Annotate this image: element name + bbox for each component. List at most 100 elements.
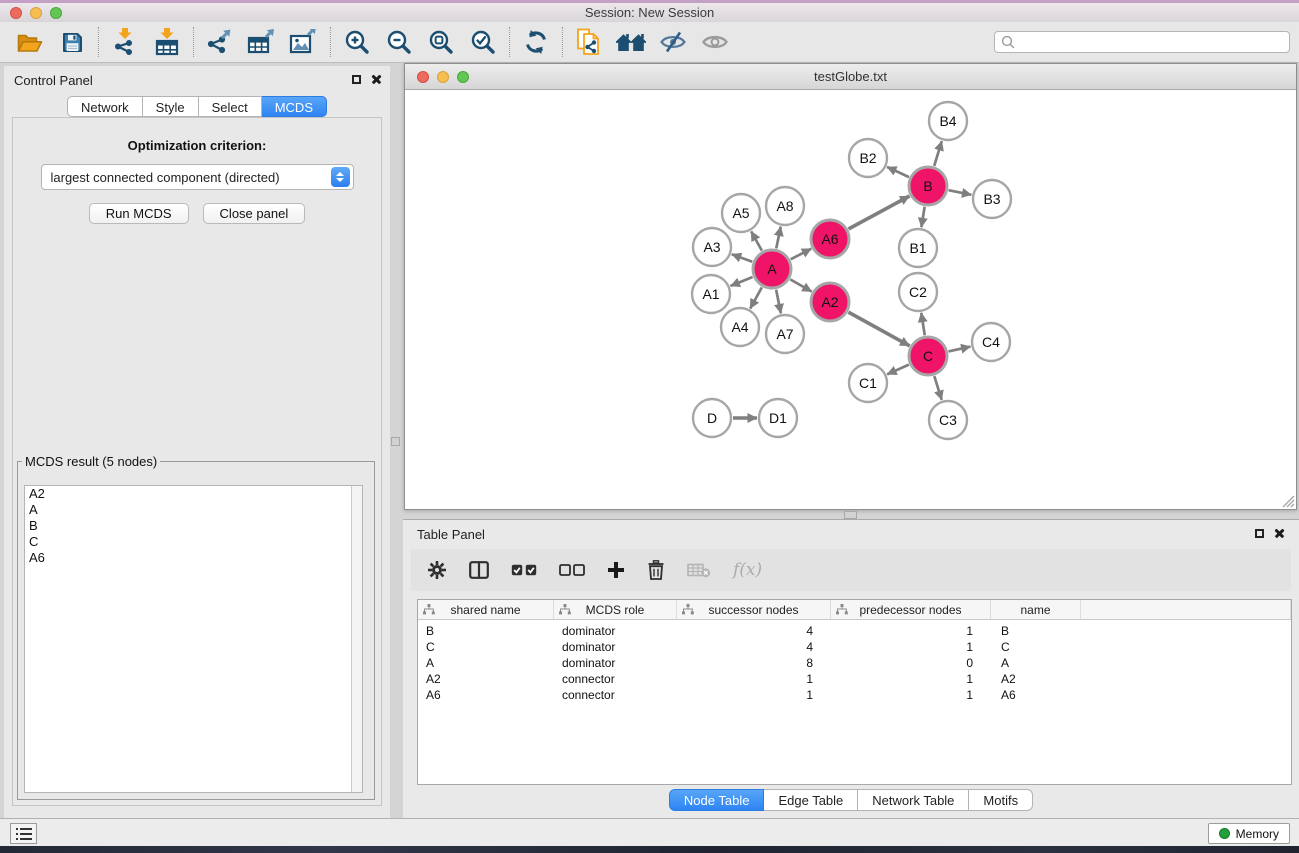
zoom-out-button[interactable] — [378, 24, 420, 60]
column-header[interactable]: shared name — [418, 600, 554, 619]
first-neighbors-button[interactable] — [610, 24, 652, 60]
graph-edge-A-A8[interactable] — [776, 227, 781, 249]
mcds-result-item[interactable]: A2 — [25, 486, 362, 502]
search-input[interactable] — [1019, 34, 1289, 51]
table-cell[interactable]: 1 — [831, 640, 991, 654]
table-cell[interactable]: dominator — [554, 624, 677, 638]
graph-edge-C-C3[interactable] — [934, 376, 941, 400]
table-cell[interactable]: A2 — [418, 672, 554, 686]
table-cell[interactable]: 1 — [831, 624, 991, 638]
deselect-all-button[interactable] — [559, 564, 585, 576]
table-cell[interactable]: connector — [554, 688, 677, 702]
mcds-result-item[interactable]: A6 — [25, 550, 362, 566]
open-session-button[interactable] — [9, 24, 51, 60]
table-cell[interactable]: 4 — [677, 624, 831, 638]
table-cell[interactable]: 1 — [831, 672, 991, 686]
optimization-criterion-select[interactable]: largest connected component (directed) — [41, 164, 354, 190]
close-panel-button[interactable] — [371, 74, 382, 85]
float-table-panel-button[interactable] — [1255, 529, 1264, 538]
show-panels-button[interactable] — [10, 823, 37, 844]
run-mcds-button[interactable]: Run MCDS — [89, 203, 189, 224]
graph-edge-A-A2[interactable] — [790, 279, 811, 291]
zoom-in-button[interactable] — [336, 24, 378, 60]
refresh-button[interactable] — [515, 24, 557, 60]
table-cell[interactable]: 1 — [677, 688, 831, 702]
save-session-button[interactable] — [51, 24, 93, 60]
table-cell[interactable]: B — [418, 624, 554, 638]
table-row[interactable]: Cdominator41C — [418, 639, 1291, 655]
table-cell[interactable]: A6 — [991, 688, 1081, 702]
table-cell[interactable]: 1 — [831, 688, 991, 702]
tab-edge-table[interactable]: Edge Table — [764, 789, 858, 811]
select-all-button[interactable] — [511, 564, 537, 576]
import-network-button[interactable] — [104, 24, 146, 60]
table-cell[interactable]: 8 — [677, 656, 831, 670]
graph-edge-A-A3[interactable] — [732, 254, 753, 262]
mcds-result-item[interactable]: C — [25, 534, 362, 550]
graph-edge-A-A5[interactable] — [751, 231, 762, 250]
graph-edge-B-B4[interactable] — [934, 141, 942, 166]
mcds-list-scrollbar[interactable] — [351, 486, 362, 792]
table-cell[interactable]: 1 — [677, 672, 831, 686]
memory-button[interactable]: Memory — [1208, 823, 1290, 844]
tab-mcds[interactable]: MCDS — [262, 96, 327, 117]
graph-edge-A-A4[interactable] — [750, 287, 762, 308]
column-header[interactable]: successor nodes — [677, 600, 831, 619]
network-window-titlebar[interactable]: testGlobe.txt — [405, 64, 1296, 90]
graph-edge-A2-C[interactable] — [848, 312, 909, 346]
zoom-fit-button[interactable] — [420, 24, 462, 60]
float-panel-button[interactable] — [352, 75, 361, 84]
table-cell[interactable]: connector — [554, 672, 677, 686]
table-cell[interactable]: B — [991, 624, 1081, 638]
graph-edge-A6-B[interactable] — [848, 196, 909, 229]
tab-network-table[interactable]: Network Table — [858, 789, 969, 811]
column-header[interactable]: name — [991, 600, 1081, 619]
table-cell[interactable]: C — [418, 640, 554, 654]
graph-edge-B-B1[interactable] — [921, 207, 924, 228]
graph-edge-B-B3[interactable] — [949, 190, 972, 195]
horizontal-split-handle[interactable] — [844, 511, 857, 519]
table-cell[interactable]: A2 — [991, 672, 1081, 686]
hide-selected-button[interactable] — [652, 24, 694, 60]
network-canvas[interactable]: B4B2BB3A8A5A6A3B1AC2A1A2A4A7C4CC1C3DD1 — [405, 90, 1296, 509]
mcds-result-item[interactable]: A — [25, 502, 362, 518]
export-image-button[interactable] — [283, 24, 325, 60]
export-table-button[interactable] — [241, 24, 283, 60]
table-settings-button[interactable] — [427, 560, 447, 580]
column-header[interactable]: predecessor nodes — [831, 600, 991, 619]
import-table-button[interactable] — [146, 24, 188, 60]
table-cell[interactable]: 0 — [831, 656, 991, 670]
table-cell[interactable]: dominator — [554, 640, 677, 654]
tab-style[interactable]: Style — [143, 96, 199, 117]
table-row[interactable]: Adominator80A — [418, 655, 1291, 671]
table-row[interactable]: A6connector11A6 — [418, 687, 1291, 703]
add-row-button[interactable] — [607, 561, 625, 579]
table-row[interactable]: A2connector11A2 — [418, 671, 1291, 687]
zoom-selected-button[interactable] — [462, 24, 504, 60]
close-panel-button-cp[interactable]: Close panel — [203, 203, 306, 224]
show-columns-button[interactable] — [469, 561, 489, 579]
table-cell[interactable]: C — [991, 640, 1081, 654]
delete-rows-button[interactable] — [647, 560, 665, 580]
vertical-split-handle[interactable] — [391, 437, 400, 446]
graph-edge-A-A1[interactable] — [730, 277, 752, 286]
mcds-result-item[interactable]: B — [25, 518, 362, 534]
graph-edge-C-C4[interactable] — [948, 347, 970, 352]
graph-edge-C-C1[interactable] — [887, 365, 909, 375]
graph-edge-C-C2[interactable] — [921, 313, 925, 336]
table-cell[interactable]: A6 — [418, 688, 554, 702]
table-cell[interactable]: 4 — [677, 640, 831, 654]
table-cell[interactable]: dominator — [554, 656, 677, 670]
close-table-panel-button[interactable] — [1274, 528, 1285, 539]
graph-edge-A-A7[interactable] — [776, 290, 781, 314]
table-cell[interactable]: A — [991, 656, 1081, 670]
tab-node-table[interactable]: Node Table — [669, 789, 765, 811]
tab-select[interactable]: Select — [199, 96, 262, 117]
graph-edge-A-A6[interactable] — [791, 249, 812, 260]
export-network-button[interactable] — [199, 24, 241, 60]
resize-grip-icon[interactable] — [1282, 495, 1295, 508]
column-header[interactable]: MCDS role — [554, 600, 677, 619]
show-all-button[interactable] — [694, 24, 736, 60]
tab-motifs[interactable]: Motifs — [969, 789, 1033, 811]
table-cell[interactable]: A — [418, 656, 554, 670]
